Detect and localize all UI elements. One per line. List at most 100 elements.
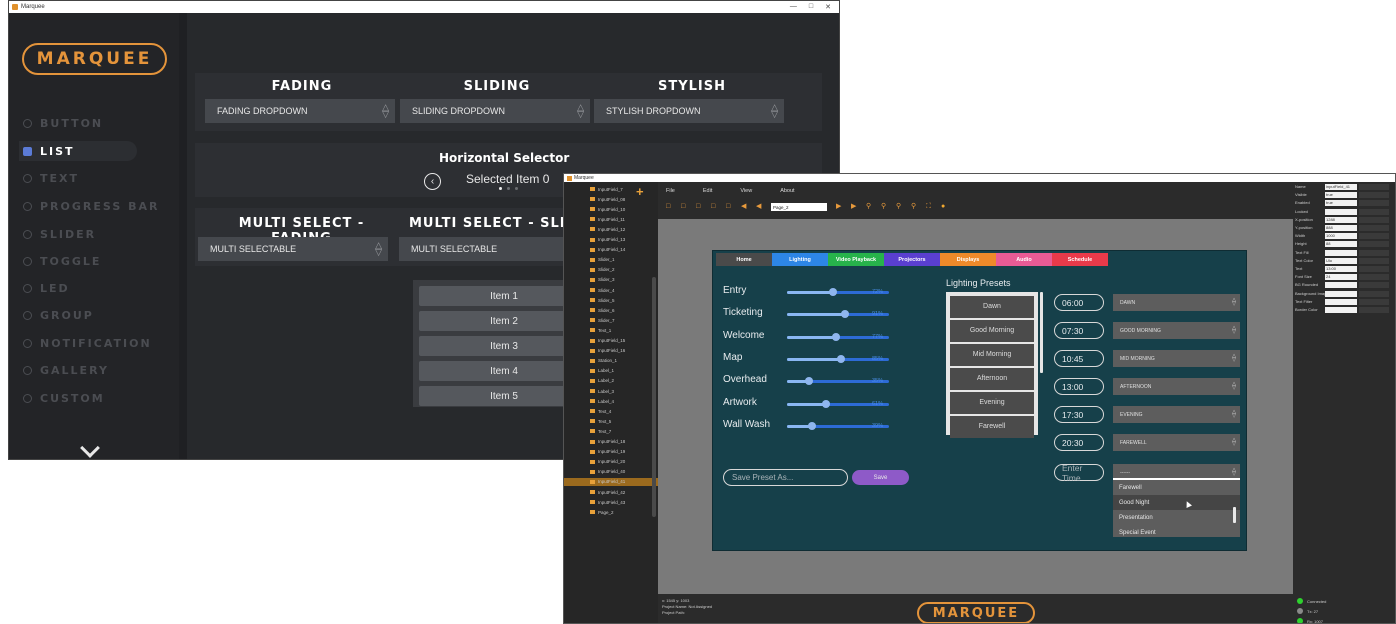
schedule-preset-dropdown[interactable]: DAWN △ ▽: [1113, 294, 1240, 311]
tree-item[interactable]: InputField_43: [590, 498, 658, 506]
save-button[interactable]: Save: [852, 470, 909, 485]
tree-item[interactable]: Slider_1: [590, 256, 658, 264]
chevron-down-icon[interactable]: [80, 438, 100, 458]
property-binding[interactable]: [1359, 208, 1389, 215]
property-binding[interactable]: [1359, 266, 1389, 272]
tree-item[interactable]: Text_7: [590, 427, 658, 435]
preset-item[interactable]: Afternoon: [950, 368, 1034, 390]
zoom-reset-icon[interactable]: ⚲: [911, 203, 917, 210]
slider-thumb[interactable]: [831, 332, 840, 341]
multi-select-fading-dropdown[interactable]: MULTI SELECTABLE △ ▽: [198, 237, 388, 261]
tree-item[interactable]: InputField_16: [590, 347, 658, 355]
preset-item[interactable]: Mid Morning: [950, 344, 1034, 366]
slider-thumb[interactable]: [840, 310, 849, 319]
sidebar-item-group[interactable]: GROUP: [23, 305, 94, 325]
schedule-time-field[interactable]: 10:45: [1054, 350, 1104, 367]
property-value[interactable]: [1325, 307, 1357, 313]
tree-item[interactable]: Slider_3: [590, 276, 658, 284]
page-dot[interactable]: [515, 187, 518, 190]
dropdown-option[interactable]: Special Event: [1113, 525, 1240, 537]
menu-view[interactable]: View: [740, 188, 752, 194]
property-binding[interactable]: [1359, 192, 1389, 199]
property-value[interactable]: 1288: [1325, 216, 1357, 223]
tree-item[interactable]: Label_1: [590, 367, 658, 375]
property-binding[interactable]: [1359, 225, 1389, 231]
property-binding[interactable]: [1359, 216, 1389, 223]
property-value[interactable]: [1325, 290, 1357, 297]
sliding-dropdown[interactable]: SLIDING DROPDOWN △ ▽: [400, 99, 590, 123]
zoom-out-icon[interactable]: ⚲: [881, 203, 887, 210]
menu-file[interactable]: File: [666, 188, 675, 194]
zoom-fit-icon[interactable]: ⚲: [896, 203, 902, 210]
tree-item[interactable]: InputField_42: [590, 488, 658, 496]
property-value[interactable]: true: [1325, 192, 1357, 199]
sidebar-item-notification[interactable]: NOTIFICATION: [23, 333, 152, 353]
schedule-time-field[interactable]: 06:00: [1054, 294, 1104, 311]
property-binding[interactable]: [1359, 200, 1389, 207]
property-value[interactable]: 1000: [1325, 233, 1357, 240]
schedule-time-field[interactable]: 07:30: [1054, 322, 1104, 339]
minimize-icon[interactable]: —: [790, 3, 797, 11]
first-page-icon[interactable]: ◀: [741, 203, 747, 210]
slider-thumb[interactable]: [836, 354, 845, 363]
tab-home[interactable]: Home: [716, 253, 772, 266]
tree-item[interactable]: Text_1: [590, 326, 658, 334]
menu-edit[interactable]: Edit: [703, 188, 712, 194]
next-page-icon[interactable]: ▶: [836, 203, 842, 210]
tree-item[interactable]: InputField_13: [590, 236, 658, 244]
property-value[interactable]: [1325, 208, 1357, 215]
property-value[interactable]: 13:00: [1325, 266, 1357, 272]
property-value[interactable]: Ulo: [1325, 257, 1357, 264]
page-select[interactable]: Page_2: [771, 203, 827, 211]
property-value[interactable]: [1325, 282, 1357, 289]
maximize-icon[interactable]: □: [809, 3, 813, 11]
multi-select-sliding-dropdown[interactable]: MULTI SELECTABLE: [399, 237, 569, 261]
tree-item[interactable]: Slider_6: [590, 306, 658, 314]
live-icon[interactable]: ●: [941, 203, 947, 210]
tree-item[interactable]: InputField_15: [590, 337, 658, 345]
tab-lighting[interactable]: Lighting: [772, 253, 828, 266]
sidebar-item-led[interactable]: LED: [23, 278, 70, 298]
schedule-preset-dropdown[interactable]: AFTERNOON △ ▽: [1113, 378, 1240, 395]
stylish-dropdown[interactable]: STYLISH DROPDOWN △ ▽: [594, 99, 784, 123]
schedule-time-field[interactable]: 20:30: [1054, 434, 1104, 451]
property-value[interactable]: 24: [1325, 274, 1357, 281]
fading-dropdown[interactable]: FADING DROPDOWN △ ▽: [205, 99, 395, 123]
schedule-preset-dropdown[interactable]: GOOD MORNING △ ▽: [1113, 322, 1240, 339]
tab-audio[interactable]: Audio: [996, 253, 1052, 266]
schedule-time-field[interactable]: 13:00: [1054, 378, 1104, 395]
slider-thumb[interactable]: [828, 288, 837, 296]
property-value[interactable]: true: [1325, 200, 1357, 207]
sidebar-item-custom[interactable]: CUSTOM: [23, 388, 105, 408]
presets-scrollbar[interactable]: [1040, 292, 1043, 373]
slider-thumb[interactable]: [821, 399, 830, 408]
slider-thumb[interactable]: [807, 421, 816, 430]
tree-item[interactable]: InputField_41: [564, 477, 658, 486]
schedule-preset-dropdown[interactable]: MID MORNING △ ▽: [1113, 350, 1240, 367]
tree-item[interactable]: InputField_7: [590, 185, 658, 193]
export-icon[interactable]: □: [726, 203, 732, 210]
preset-item[interactable]: Farewell: [950, 416, 1034, 438]
tree-item[interactable]: Page_2: [590, 508, 658, 516]
property-binding[interactable]: [1359, 241, 1389, 248]
dropdown-option[interactable]: Farewell: [1113, 480, 1240, 495]
tree-item[interactable]: Slider_2: [590, 266, 658, 274]
tab-projectors[interactable]: Projectors: [884, 253, 940, 266]
property-binding[interactable]: [1359, 184, 1389, 190]
last-page-icon[interactable]: ▶: [851, 203, 857, 210]
sidebar-item-text[interactable]: TEXT: [23, 168, 79, 188]
property-binding[interactable]: [1359, 290, 1389, 297]
close-icon[interactable]: ✕: [825, 3, 831, 11]
sidebar-item-progress-bar[interactable]: PROGRESS BAR: [23, 196, 159, 216]
property-value[interactable]: [1325, 298, 1357, 305]
preset-item[interactable]: Evening: [950, 392, 1034, 414]
tree-item[interactable]: InputField_14: [590, 246, 658, 254]
property-value[interactable]: 888: [1325, 225, 1357, 231]
save-preset-input[interactable]: Save Preset As...: [723, 469, 848, 486]
design-canvas[interactable]: Home Lighting Video Playback Projectors Disp…: [658, 219, 1293, 594]
property-binding[interactable]: [1359, 307, 1389, 313]
sidebar-item-list[interactable]: LIST: [19, 141, 137, 161]
tree-item[interactable]: Label_3: [590, 387, 658, 395]
preset-item[interactable]: Good Morning: [950, 320, 1034, 342]
fullscreen-icon[interactable]: ⛶: [926, 203, 932, 210]
